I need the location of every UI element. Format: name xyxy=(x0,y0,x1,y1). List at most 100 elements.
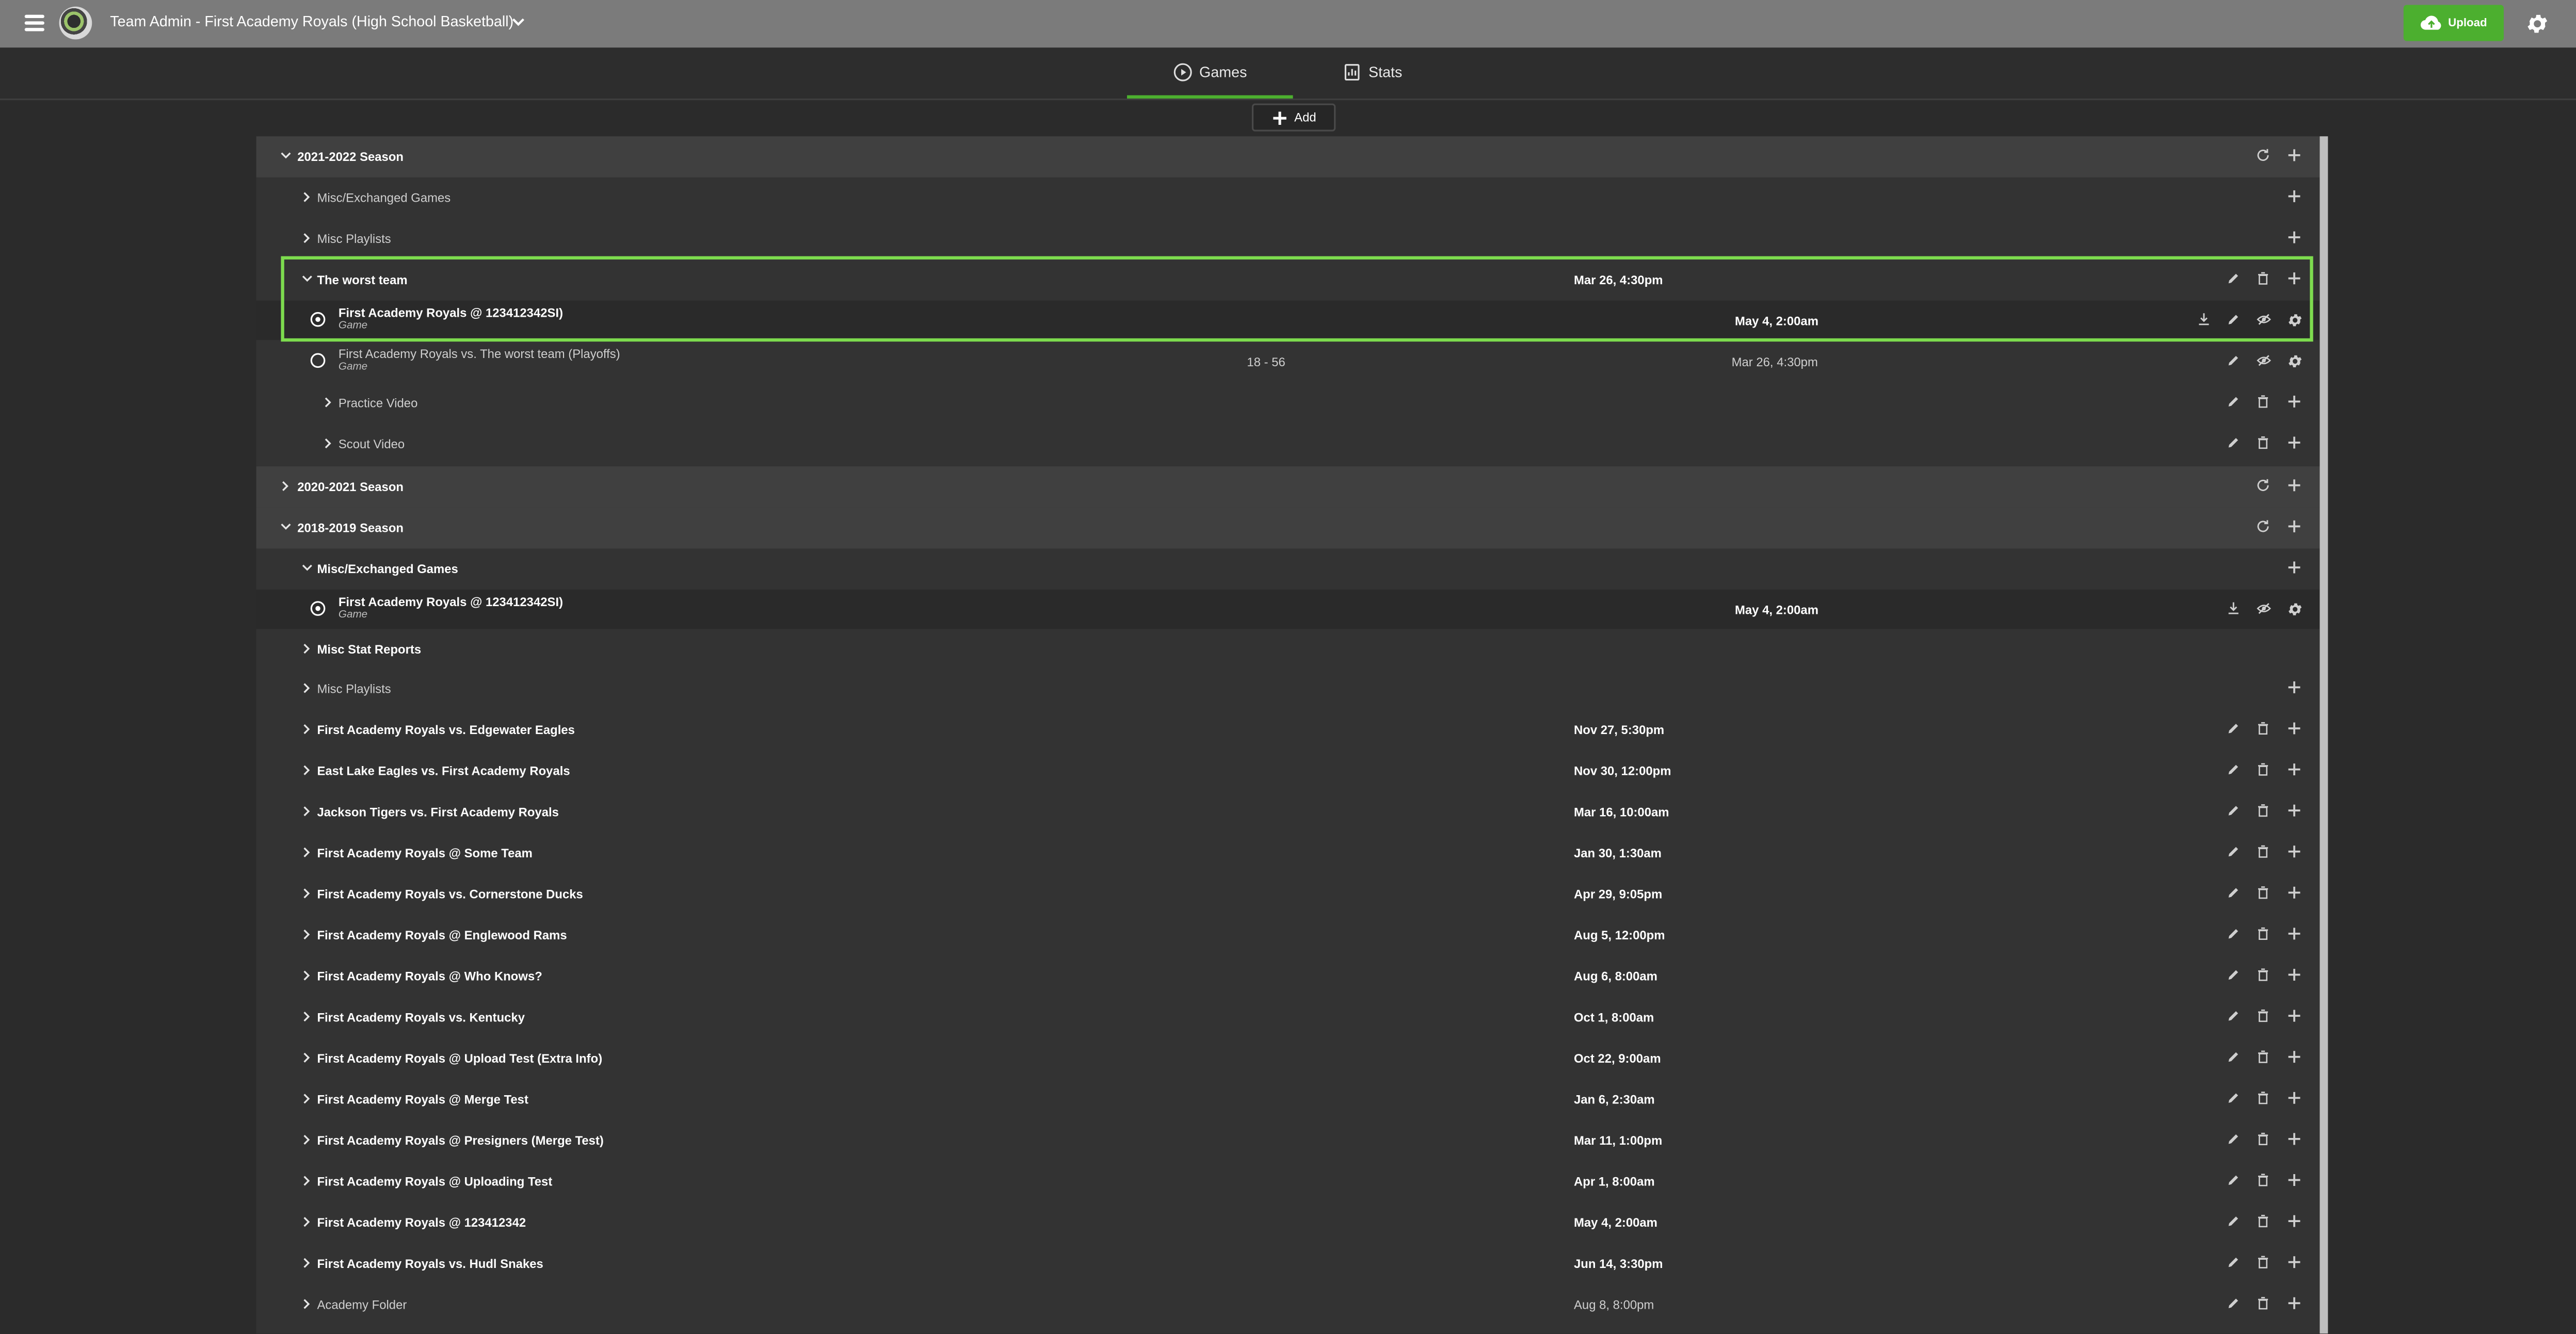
chevron-down-icon[interactable] xyxy=(279,150,292,165)
chevron-right-icon[interactable] xyxy=(301,846,312,863)
upload-button[interactable]: Upload xyxy=(2403,5,2504,41)
radio-button[interactable] xyxy=(310,601,326,616)
chevron-right-icon[interactable] xyxy=(301,928,312,945)
row-label[interactable]: Misc Stat Reports xyxy=(317,642,421,657)
trash-icon[interactable] xyxy=(2256,762,2271,780)
folder-row[interactable]: The worst team Mar 26, 4:30pm xyxy=(256,259,2320,301)
plus-icon[interactable] xyxy=(2287,230,2302,248)
chevron-right-icon[interactable] xyxy=(301,1051,312,1068)
plus-icon[interactable] xyxy=(2287,967,2302,985)
gear-icon[interactable] xyxy=(2525,11,2550,36)
plus-icon[interactable] xyxy=(2287,803,2302,821)
eye-off-icon[interactable] xyxy=(2256,353,2272,371)
pencil-icon[interactable] xyxy=(2226,844,2241,862)
plus-icon[interactable] xyxy=(2287,519,2302,537)
folder-row[interactable]: Scout Video xyxy=(256,424,2320,465)
game-row[interactable]: First Academy Royals @ 123412342SI) Game M… xyxy=(256,589,2320,629)
plus-icon[interactable] xyxy=(2287,560,2302,578)
pencil-icon[interactable] xyxy=(2226,1214,2241,1232)
pencil-icon[interactable] xyxy=(2226,721,2241,739)
row-label[interactable]: Misc Playlists xyxy=(317,681,391,696)
row-label[interactable]: First Academy Royals @ 123412342SI) xyxy=(339,594,563,609)
plus-icon[interactable] xyxy=(2287,1255,2302,1273)
row-label[interactable]: First Academy Royals @ Who Knows? xyxy=(317,969,542,984)
pencil-icon[interactable] xyxy=(2226,926,2241,945)
plus-icon[interactable] xyxy=(2287,926,2302,945)
chevron-right-icon[interactable] xyxy=(301,805,312,821)
row-label[interactable]: First Academy Royals vs. Cornerstone Duc… xyxy=(317,887,583,902)
pencil-icon[interactable] xyxy=(2226,803,2241,821)
trash-icon[interactable] xyxy=(2256,1214,2271,1232)
folder-row[interactable]: First Academy Royals @ 123412342 May 4, 2… xyxy=(256,1202,2320,1243)
row-label[interactable]: The worst team xyxy=(317,272,407,287)
season-row[interactable]: 2018-2019 Season xyxy=(256,507,2320,549)
trash-icon[interactable] xyxy=(2256,844,2271,862)
refresh-icon[interactable] xyxy=(2256,148,2271,166)
chevron-right-icon[interactable] xyxy=(322,437,333,453)
folder-row[interactable]: First Academy Royals vs. Edgewater Eagle… xyxy=(256,709,2320,751)
chevron-right-icon[interactable] xyxy=(301,723,312,739)
chevron-right-icon[interactable] xyxy=(301,887,312,903)
folder-row[interactable]: Misc/Exchanged Games xyxy=(256,177,2320,219)
gear-icon[interactable] xyxy=(2287,312,2304,332)
row-label[interactable]: First Academy Royals vs. The worst team … xyxy=(339,347,620,362)
folder-row[interactable]: First Academy Royals @ Englewood Rams Aug… xyxy=(256,915,2320,956)
plus-icon[interactable] xyxy=(2287,271,2302,289)
row-label[interactable]: First Academy Royals @ Some Team xyxy=(317,846,532,861)
row-label[interactable]: East Lake Eagles vs. First Academy Royal… xyxy=(317,763,570,778)
folder-row[interactable]: First Academy Royals @ Presigners (Merge… xyxy=(256,1120,2320,1161)
chevron-right-icon[interactable] xyxy=(279,480,291,496)
pencil-icon[interactable] xyxy=(2226,1173,2241,1191)
row-label[interactable]: First Academy Royals vs. Hudl Snakes xyxy=(317,1257,543,1272)
chevron-right-icon[interactable] xyxy=(301,1215,312,1232)
chevron-right-icon[interactable] xyxy=(301,1010,312,1027)
folder-row[interactable]: Practice Video xyxy=(256,383,2320,424)
folder-row[interactable]: Misc Playlists xyxy=(256,218,2320,259)
eye-off-icon[interactable] xyxy=(2256,601,2272,619)
chevron-right-icon[interactable] xyxy=(301,681,312,698)
pencil-icon[interactable] xyxy=(2226,1132,2241,1150)
folder-row[interactable]: Jackson Tigers vs. First Academy Royals M… xyxy=(256,792,2320,833)
chevron-right-icon[interactable] xyxy=(301,1092,312,1109)
plus-icon[interactable] xyxy=(2287,1214,2302,1232)
trash-icon[interactable] xyxy=(2256,271,2271,289)
plus-icon[interactable] xyxy=(2287,680,2302,698)
row-label[interactable]: Misc/Exchanged Games xyxy=(317,562,458,577)
pencil-icon[interactable] xyxy=(2226,1049,2241,1067)
row-label[interactable]: Misc Playlists xyxy=(317,232,391,247)
trash-icon[interactable] xyxy=(2256,394,2271,412)
add-button[interactable]: Add xyxy=(1251,103,1336,132)
row-label[interactable]: Scout Video xyxy=(339,437,405,452)
plus-icon[interactable] xyxy=(2287,435,2302,453)
trash-icon[interactable] xyxy=(2256,885,2271,903)
row-label[interactable]: First Academy Royals @ Presigners (Merge… xyxy=(317,1133,603,1148)
gear-icon[interactable] xyxy=(2287,601,2304,621)
row-label[interactable]: First Academy Royals @ Upload Test (Extr… xyxy=(317,1051,602,1066)
chevron-right-icon[interactable] xyxy=(301,969,312,985)
eye-off-icon[interactable] xyxy=(2256,312,2272,330)
plus-icon[interactable] xyxy=(2287,1132,2302,1150)
tab-stats[interactable]: Stats xyxy=(1342,47,1441,97)
row-label[interactable]: 2020-2021 Season xyxy=(297,480,404,495)
chevron-right-icon[interactable] xyxy=(301,642,312,659)
pencil-icon[interactable] xyxy=(2226,312,2241,330)
folder-row[interactable]: First Academy Royals vs. Hudl Snakes Jun … xyxy=(256,1243,2320,1284)
gear-icon[interactable] xyxy=(2287,353,2304,372)
row-label[interactable]: Practice Video xyxy=(339,396,418,411)
chevron-down-icon[interactable] xyxy=(301,272,314,287)
row-label[interactable]: Jackson Tigers vs. First Academy Royals xyxy=(317,805,559,820)
row-label[interactable]: Misc/Exchanged Games xyxy=(317,190,450,205)
folder-row[interactable]: First Academy Royals @ Uploading Test Apr… xyxy=(256,1161,2320,1202)
folder-row[interactable]: First Academy Royals @ Some Team Jan 30, … xyxy=(256,833,2320,874)
chevron-right-icon[interactable] xyxy=(301,232,312,248)
trash-icon[interactable] xyxy=(2256,803,2271,821)
plus-icon[interactable] xyxy=(2287,1296,2302,1314)
plus-icon[interactable] xyxy=(2287,478,2302,496)
pencil-icon[interactable] xyxy=(2226,1008,2241,1027)
folder-row[interactable]: First Academy Royals vs. Kentucky Oct 1, … xyxy=(256,997,2320,1038)
game-row[interactable]: First Academy Royals @ 123412342SI) Game M… xyxy=(256,300,2320,340)
trash-icon[interactable] xyxy=(2256,967,2271,985)
chevron-down-icon[interactable] xyxy=(301,562,314,577)
pencil-icon[interactable] xyxy=(2226,1296,2241,1314)
plus-icon[interactable] xyxy=(2287,1091,2302,1109)
